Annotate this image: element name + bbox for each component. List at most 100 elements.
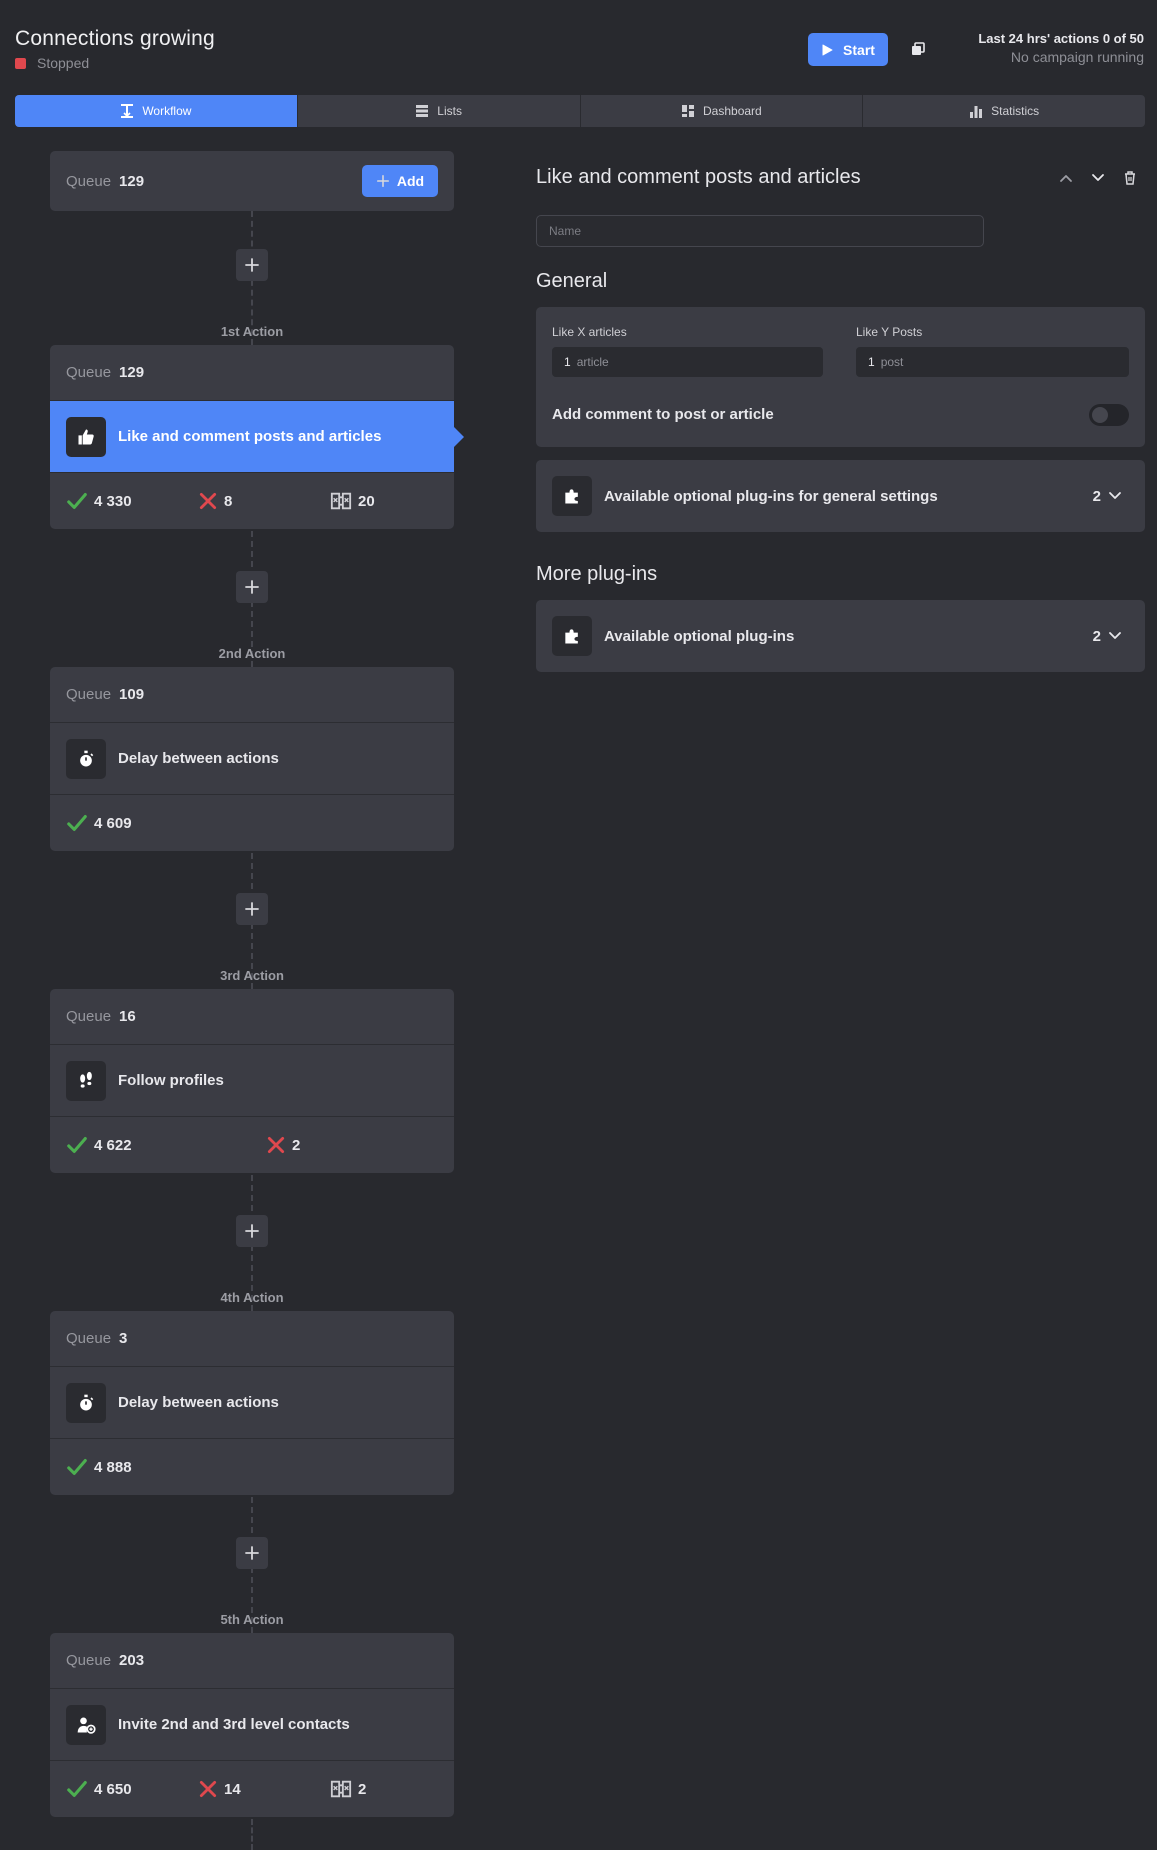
success-stat[interactable]: 4 609: [66, 795, 132, 851]
cross-icon: [198, 1779, 218, 1799]
success-count: 4 888: [94, 1458, 132, 1476]
play-icon: [822, 44, 833, 55]
queue-label: Queue: [66, 686, 112, 703]
like-posts-input[interactable]: 1 post: [856, 347, 1129, 377]
action-card: Queue 3 Delay between actions 4 888: [50, 1311, 454, 1495]
workflow-icon: [121, 104, 134, 118]
like-articles-input[interactable]: 1 article: [552, 347, 823, 377]
step-label: 2nd Action: [218, 646, 286, 661]
queue-count: 129: [119, 172, 145, 190]
general-heading: General: [536, 270, 608, 292]
skipped-stat[interactable]: 20: [330, 473, 375, 529]
footprints-icon: [66, 1060, 106, 1101]
stopwatch-icon: [66, 1382, 106, 1423]
action-stats: 4 650 14 2: [50, 1761, 454, 1817]
failed-count: 8: [224, 492, 233, 510]
like-posts-label: Like Y Posts: [856, 325, 923, 339]
success-count: 4 622: [94, 1136, 132, 1154]
start-label: Start: [843, 41, 875, 58]
insert-action-button[interactable]: [236, 1215, 268, 1247]
stopwatch-icon: [66, 738, 106, 779]
tab-statistics[interactable]: Statistics: [862, 95, 1145, 127]
like-posts-value: 1: [868, 355, 875, 369]
skipped-count: 20: [358, 492, 375, 510]
queue-row: Queue 203: [50, 1633, 454, 1689]
failed-stat[interactable]: 14: [198, 1761, 241, 1817]
move-up-icon[interactable]: [1058, 170, 1074, 186]
tab-workflow[interactable]: Workflow: [15, 95, 297, 127]
queue-label: Queue: [66, 1652, 112, 1669]
skipped-icon: [330, 490, 352, 512]
success-stat[interactable]: 4 888: [66, 1439, 132, 1495]
move-down-icon[interactable]: [1090, 170, 1106, 186]
chevron-down-icon: [1107, 488, 1123, 504]
general-plugins-panel: Available optional plug-ins for general …: [536, 460, 1145, 532]
plus-icon: [244, 1223, 260, 1239]
workflow-connector: [251, 1819, 253, 1850]
add-label: Add: [396, 173, 425, 189]
invite-user-icon: [66, 1704, 106, 1745]
action-delay[interactable]: Delay between actions: [50, 1367, 454, 1439]
plus-icon: [244, 257, 260, 273]
queue-row: Queue 3: [50, 1311, 454, 1367]
tab-dashboard-label: Dashboard: [703, 104, 762, 118]
add-comment-label: Add comment to post or article: [552, 406, 774, 423]
duplicate-icon[interactable]: [910, 41, 926, 57]
skipped-icon: [330, 1778, 352, 1800]
action-like-comment[interactable]: Like and comment posts and articles: [50, 401, 464, 473]
failed-stat[interactable]: 8: [198, 473, 232, 529]
more-plugins-row[interactable]: Available optional plug-ins 2: [536, 600, 1145, 672]
insert-action-button[interactable]: [236, 1537, 268, 1569]
thumbs-up-icon: [66, 416, 106, 457]
action-stats: 4 330 8 20: [50, 473, 454, 529]
start-button[interactable]: Start: [808, 33, 888, 66]
list-icon: [416, 105, 429, 117]
action-delay[interactable]: Delay between actions: [50, 723, 454, 795]
insert-action-button[interactable]: [236, 893, 268, 925]
action-stats: 4 888: [50, 1439, 454, 1495]
queue-count: 129: [119, 364, 145, 381]
campaign-title: Connections growing: [15, 27, 215, 50]
success-stat[interactable]: 4 650: [66, 1761, 132, 1817]
action-title: Like and comment posts and articles: [118, 428, 382, 445]
more-plugins-count: 2: [1093, 628, 1123, 645]
general-plugins-count: 2: [1093, 488, 1123, 505]
add-comment-toggle[interactable]: [1089, 404, 1129, 426]
tab-lists[interactable]: Lists: [296, 95, 580, 127]
check-icon: [66, 490, 88, 512]
success-stat[interactable]: 4 330: [66, 473, 132, 529]
toggle-knob: [1092, 407, 1108, 423]
detail-controls: [1058, 170, 1154, 186]
like-articles-unit: article: [576, 355, 609, 369]
tab-workflow-label: Workflow: [142, 104, 192, 118]
queue-row: Queue 109: [50, 667, 454, 723]
general-plugins-row[interactable]: Available optional plug-ins for general …: [536, 460, 1145, 532]
like-articles-value: 1: [564, 355, 571, 369]
delete-icon[interactable]: [1122, 170, 1138, 186]
success-stat[interactable]: 4 622: [66, 1117, 132, 1173]
action-card: Queue 109 Delay between actions 4 609: [50, 667, 454, 851]
queue-label: Queue: [66, 172, 112, 190]
tab-dashboard[interactable]: Dashboard: [579, 95, 863, 127]
action-stats: 4 609: [50, 795, 454, 851]
queue-row: Queue 16: [50, 989, 454, 1045]
insert-action-button[interactable]: [236, 571, 268, 603]
queue-label: Queue: [66, 364, 112, 381]
queue-count: 109: [119, 686, 145, 703]
action-follow-profiles[interactable]: Follow profiles: [50, 1045, 454, 1117]
campaign-running-status: No campaign running: [1010, 49, 1144, 65]
skipped-stat[interactable]: 2: [330, 1761, 366, 1817]
more-plugins-label: Available optional plug-ins: [604, 627, 795, 645]
plus-icon: [244, 1545, 260, 1561]
general-plugins-label: Available optional plug-ins for general …: [604, 487, 938, 505]
add-contacts-button[interactable]: Add: [362, 165, 438, 197]
action-title: Delay between actions: [118, 1394, 279, 1411]
action-name-input[interactable]: [536, 215, 984, 247]
failed-stat[interactable]: 2: [266, 1117, 300, 1173]
insert-action-button[interactable]: [236, 249, 268, 281]
plugin-count: 2: [1092, 627, 1101, 645]
success-count: 4 650: [94, 1780, 132, 1798]
action-invite-contacts[interactable]: Invite 2nd and 3rd level contacts: [50, 1689, 454, 1761]
campaign-status: Stopped: [15, 55, 215, 71]
check-icon: [66, 812, 88, 834]
